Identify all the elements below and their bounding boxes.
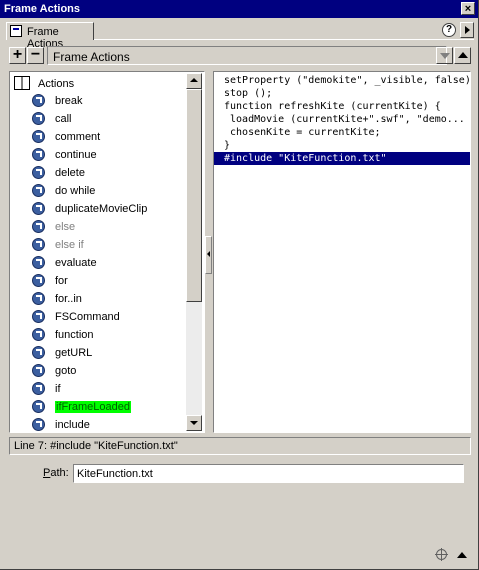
- action-arrow-icon: [32, 184, 45, 197]
- tree-list: break call comment continue delete do while du…: [10, 92, 188, 432]
- code-line[interactable]: loadMovie (currentKite+".swf", "demo...: [214, 113, 470, 126]
- action-arrow-icon: [32, 364, 45, 377]
- action-arrow-icon: [32, 328, 45, 341]
- tree-item-label: goto: [55, 365, 77, 377]
- action-arrow-icon: [32, 274, 45, 287]
- tree-item-label: comment: [55, 131, 101, 143]
- code-line[interactable]: function refreshKite (currentKite) {: [214, 100, 470, 113]
- action-arrow-icon: [32, 94, 45, 107]
- action-arrow-icon: [32, 148, 45, 161]
- path-label-rest: ath:: [50, 467, 69, 479]
- tree-item[interactable]: delete: [10, 164, 188, 182]
- panel-icon: [10, 25, 22, 37]
- tree-item[interactable]: continue: [10, 146, 188, 164]
- code-line-selected[interactable]: #include "KiteFunction.txt": [214, 152, 470, 165]
- tree-item[interactable]: ifFrameLoaded: [10, 398, 188, 416]
- action-arrow-icon: [32, 202, 45, 215]
- pane-splitter[interactable]: [205, 236, 212, 274]
- tree-item-label: duplicateMovieClip: [55, 203, 148, 215]
- menu-arrow-icon[interactable]: [460, 22, 474, 38]
- code-line[interactable]: }: [214, 139, 470, 152]
- tree-item[interactable]: include: [10, 416, 188, 432]
- title-bar[interactable]: Frame Actions ×: [0, 0, 478, 18]
- tree-item-label: for: [55, 275, 68, 287]
- scroll-up-button[interactable]: [186, 73, 202, 89]
- help-icon[interactable]: ?: [442, 23, 456, 37]
- add-action-button[interactable]: +: [9, 47, 26, 64]
- code-line[interactable]: setProperty ("demokite", _visible, false…: [214, 74, 470, 87]
- move-down-button[interactable]: [436, 47, 453, 64]
- tree-item[interactable]: call: [10, 110, 188, 128]
- tree-header-actions[interactable]: Actions: [12, 74, 192, 92]
- frame-actions-window: Frame Actions × Frame Actions ? + − Fram…: [0, 0, 479, 570]
- actions-book-icon: [14, 76, 30, 90]
- action-arrow-icon: [32, 238, 45, 251]
- tree-item-label: break: [55, 95, 83, 107]
- action-arrow-icon: [32, 310, 45, 323]
- action-arrow-icon: [32, 382, 45, 395]
- collapse-icon[interactable]: [457, 552, 467, 558]
- actions-tree[interactable]: Actions break call comment continue delete do…: [9, 71, 205, 433]
- tree-item[interactable]: evaluate: [10, 254, 188, 272]
- tree-item-label: call: [55, 113, 72, 125]
- tab-divider: [94, 39, 474, 40]
- action-arrow-icon: [32, 112, 45, 125]
- panel-title-field: Frame Actions: [47, 46, 447, 65]
- tab-frame-actions[interactable]: Frame Actions: [6, 22, 94, 50]
- action-arrow-icon: [32, 166, 45, 179]
- remove-action-button[interactable]: −: [27, 47, 44, 64]
- scroll-thumb[interactable]: [186, 89, 202, 302]
- path-label: Path:: [43, 467, 69, 479]
- tree-item[interactable]: if: [10, 380, 188, 398]
- action-arrow-icon: [32, 292, 45, 305]
- tree-item-label: getURL: [55, 347, 93, 359]
- action-arrow-icon: [32, 256, 45, 269]
- tree-item-label: for..in: [55, 293, 82, 305]
- tree-item-label: do while: [55, 185, 96, 197]
- tree-item-label: continue: [55, 149, 97, 161]
- script-editor[interactable]: setProperty ("demokite", _visible, false…: [213, 71, 471, 433]
- tree-item-label: else: [55, 221, 76, 233]
- tree-item[interactable]: goto: [10, 362, 188, 380]
- action-arrow-icon: [32, 346, 45, 359]
- tree-item-label: function: [55, 329, 94, 341]
- scroll-down-button[interactable]: [186, 415, 202, 431]
- tree-item[interactable]: comment: [10, 128, 188, 146]
- path-input[interactable]: [73, 464, 464, 483]
- tree-item-label: FSCommand: [55, 311, 120, 323]
- tree-item-label: include: [55, 419, 90, 431]
- action-arrow-icon: [32, 220, 45, 233]
- tree-item-label: delete: [55, 167, 85, 179]
- tree-item[interactable]: else if: [10, 236, 188, 254]
- tree-item[interactable]: duplicateMovieClip: [10, 200, 188, 218]
- action-arrow-icon: [32, 130, 45, 143]
- tree-item[interactable]: getURL: [10, 344, 188, 362]
- tree-item-label: evaluate: [55, 257, 97, 269]
- tree-header-label: Actions: [38, 78, 75, 90]
- tree-item[interactable]: FSCommand: [10, 308, 188, 326]
- tree-item-label: else if: [55, 239, 84, 251]
- tree-item[interactable]: function: [10, 326, 188, 344]
- code-line[interactable]: chosenKite = currentKite;: [214, 126, 470, 139]
- tree-item-label: if: [55, 383, 61, 395]
- target-icon[interactable]: [435, 548, 448, 561]
- tree-item[interactable]: do while: [10, 182, 188, 200]
- code-line[interactable]: stop ();: [214, 87, 470, 100]
- move-up-button[interactable]: [454, 47, 471, 64]
- window-title: Frame Actions: [4, 3, 81, 15]
- status-line: Line 7: #include "KiteFunction.txt": [9, 437, 471, 455]
- close-icon[interactable]: ×: [461, 2, 475, 15]
- tree-scrollbar[interactable]: [186, 73, 202, 431]
- tree-item[interactable]: for: [10, 272, 188, 290]
- tree-item-label: ifFrameLoaded: [55, 401, 131, 413]
- tree-item[interactable]: else: [10, 218, 188, 236]
- tree-item[interactable]: for..in: [10, 290, 188, 308]
- action-arrow-icon: [32, 418, 45, 431]
- action-arrow-icon: [32, 400, 45, 413]
- tree-item[interactable]: break: [10, 92, 188, 110]
